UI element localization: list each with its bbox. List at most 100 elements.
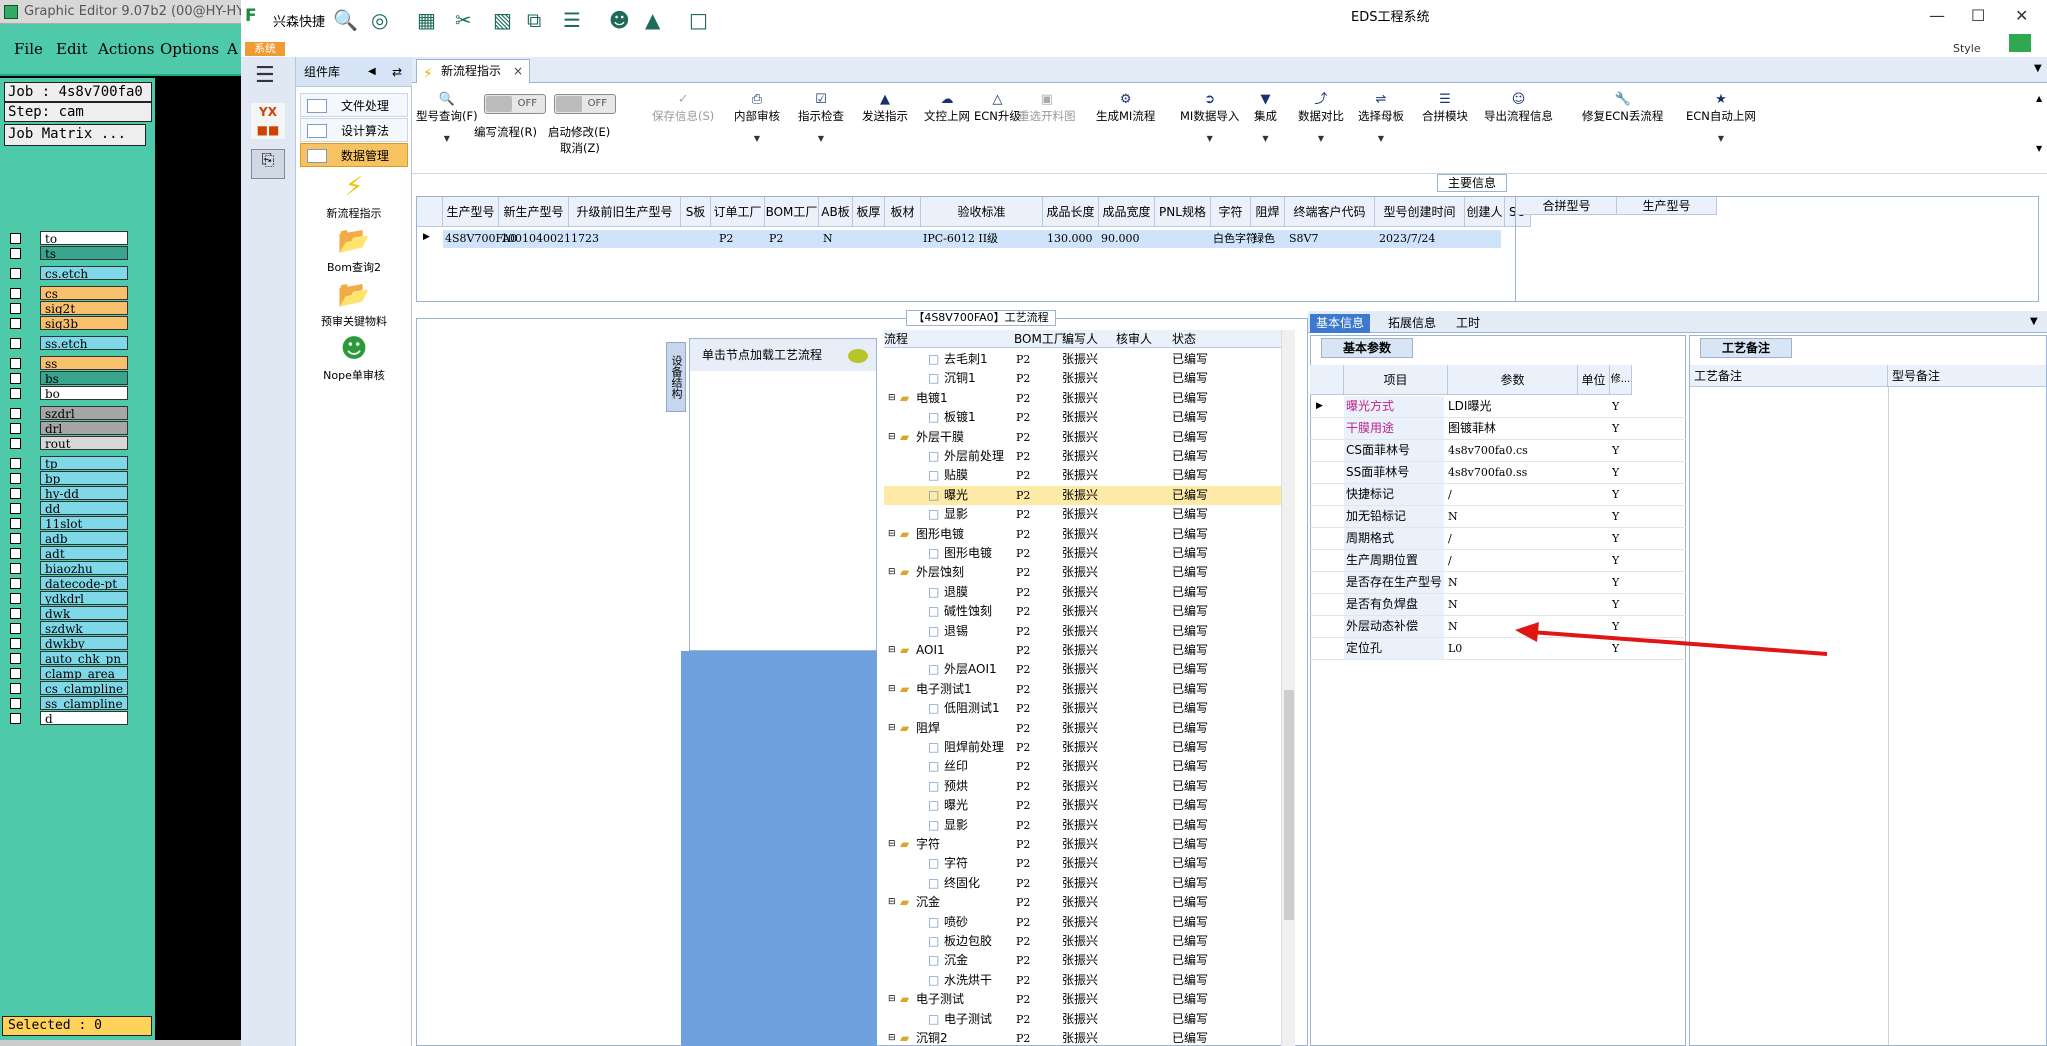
- layer-checkbox[interactable]: [10, 623, 21, 634]
- param-value[interactable]: N: [1448, 594, 1578, 615]
- param-value[interactable]: 4s8v700fa0.ss: [1448, 462, 1578, 483]
- layer-checkbox[interactable]: [10, 503, 21, 514]
- tree-row[interactable]: □ 图形电镀 P2 张振兴 已编写: [884, 544, 1284, 563]
- merge-col-header[interactable]: 生产型号: [1617, 197, 1717, 215]
- pin-icon[interactable]: ⇄: [392, 57, 402, 87]
- layer-row[interactable]: biaozhu: [4, 561, 128, 576]
- layer-name[interactable]: cs: [40, 286, 128, 300]
- param-col-item[interactable]: 项目: [1344, 365, 1448, 395]
- layer-checkbox[interactable]: [10, 713, 21, 724]
- param-row[interactable]: 快捷标记 / Y: [1310, 484, 1686, 506]
- col-header[interactable]: 生产型号: [443, 197, 499, 227]
- generate-mi-button[interactable]: ⚙ 生成MI流程: [1096, 92, 1155, 124]
- layer-checkbox[interactable]: [10, 373, 21, 384]
- fix-ecn-button[interactable]: 🔧 修复ECN丢流程: [1582, 92, 1663, 124]
- layer-name[interactable]: drl: [40, 421, 128, 435]
- layer-checkbox[interactable]: [10, 408, 21, 419]
- col-header[interactable]: 订单工厂: [711, 197, 765, 227]
- basic-params-tab[interactable]: 基本参数: [1321, 338, 1413, 358]
- tree-row[interactable]: □ 预烘 P2 张振兴 已编写: [884, 777, 1284, 796]
- tree-row[interactable]: □ 外层前处理 P2 张振兴 已编写: [884, 447, 1284, 466]
- dropdown-icon[interactable]: ▼: [1298, 134, 1344, 143]
- equipment-structure-tab[interactable]: 设备结构: [666, 342, 686, 412]
- layer-row[interactable]: d: [4, 711, 128, 726]
- layer-checkbox[interactable]: [10, 438, 21, 449]
- layer-row[interactable]: bo: [4, 386, 128, 401]
- merge-col-header[interactable]: 合拼型号: [1517, 197, 1617, 215]
- layer-checkbox[interactable]: [10, 698, 21, 709]
- layer-row[interactable]: bp: [4, 471, 128, 486]
- tree-row[interactable]: □ 沉金 P2 张振兴 已编写: [884, 951, 1284, 970]
- layer-checkbox[interactable]: [10, 608, 21, 619]
- tree-row[interactable]: ⊟ ▰ 图形电镀 P2 张振兴 已编写: [884, 525, 1284, 544]
- layer-name[interactable]: ss.etch: [40, 336, 128, 350]
- layer-row[interactable]: ss.etch: [4, 336, 128, 351]
- export-flow-button[interactable]: ☺ 导出流程信息: [1484, 92, 1553, 124]
- param-value[interactable]: /: [1448, 484, 1578, 505]
- col-header[interactable]: 验收标准: [921, 197, 1043, 227]
- grid-icon[interactable]: ▦: [417, 8, 436, 32]
- dropdown-icon[interactable]: ▼: [798, 134, 844, 143]
- menu-options[interactable]: Options: [160, 40, 219, 58]
- check-instruction-button[interactable]: ☑ 指示检查 ▼: [798, 92, 844, 143]
- param-row[interactable]: 加无铅标记 N Y: [1310, 506, 1686, 528]
- layer-name[interactable]: szdrl: [40, 406, 128, 420]
- layer-name[interactable]: ss_clampline: [40, 696, 128, 710]
- layer-checkbox[interactable]: [10, 548, 21, 559]
- layer-checkbox[interactable]: [10, 458, 21, 469]
- menu-file[interactable]: File: [14, 40, 43, 58]
- tree-row[interactable]: □ 显影 P2 张振兴 已编写: [884, 505, 1284, 524]
- tree-row[interactable]: □ 贴膜 P2 张振兴 已编写: [884, 466, 1284, 485]
- col-header[interactable]: 阻焊: [1251, 197, 1285, 227]
- tab-basic-info[interactable]: 基本信息: [1310, 314, 1371, 333]
- tree-row[interactable]: □ 电子测试 P2 张振兴 已编写: [884, 1010, 1284, 1029]
- collapse-icon[interactable]: ⊟: [888, 835, 896, 854]
- collapse-icon[interactable]: ⊟: [888, 389, 896, 408]
- tree-row[interactable]: □ 丝印 P2 张振兴 已编写: [884, 757, 1284, 776]
- layer-name[interactable]: dwk: [40, 606, 128, 620]
- close-button[interactable]: ✕: [2015, 6, 2028, 25]
- layer-checkbox[interactable]: [10, 533, 21, 544]
- collapse-icon[interactable]: ⊟: [888, 563, 896, 582]
- layer-row[interactable]: hy-dd: [4, 486, 128, 501]
- layer-name[interactable]: cs.etch: [40, 266, 128, 280]
- layer-checkbox[interactable]: [10, 593, 21, 604]
- tree-row[interactable]: □ 碱性蚀刻 P2 张振兴 已编写: [884, 602, 1284, 621]
- param-row[interactable]: 周期格式 / Y: [1310, 528, 1686, 550]
- layer-checkbox[interactable]: [10, 488, 21, 499]
- detail-dropdown-icon[interactable]: ▼: [2030, 316, 2038, 327]
- system-tab[interactable]: 系统: [245, 42, 285, 56]
- layer-checkbox[interactable]: [10, 358, 21, 369]
- layer-name[interactable]: bp: [40, 471, 128, 485]
- collapse-icon[interactable]: ⊟: [888, 428, 896, 447]
- tree-row[interactable]: □ 退锡 P2 张振兴 已编写: [884, 622, 1284, 641]
- layer-checkbox[interactable]: [10, 248, 21, 259]
- layer-checkbox[interactable]: [10, 518, 21, 529]
- merge-module-button[interactable]: ☰ 合拼模块: [1422, 92, 1468, 124]
- col-header[interactable]: 板厚: [853, 197, 885, 227]
- collapse-icon[interactable]: ⊟: [888, 893, 896, 912]
- layer-name[interactable]: bo: [40, 386, 128, 400]
- layer-row[interactable]: to: [4, 231, 128, 246]
- collapse-icon[interactable]: ⊟: [888, 641, 896, 660]
- layer-name[interactable]: d: [40, 711, 128, 725]
- ecn-upgrade-button[interactable]: △ ECN升级: [974, 92, 1021, 124]
- collapse-icon[interactable]: ⊟: [888, 990, 896, 1009]
- layer-row[interactable]: dwk: [4, 606, 128, 621]
- tree-row[interactable]: □ 喷砂 P2 张振兴 已编写: [884, 913, 1284, 932]
- col-header[interactable]: AB板: [819, 197, 853, 227]
- yxa-logo-icon[interactable]: YX ■■: [251, 103, 285, 139]
- tree-row[interactable]: □ 板镀1 P2 张振兴 已编写: [884, 408, 1284, 427]
- layer-name[interactable]: clamp_area: [40, 666, 128, 680]
- tab-extend-info[interactable]: 拓展信息: [1382, 314, 1442, 333]
- param-row[interactable]: ▶ 曝光方式 LDI曝光 Y: [1310, 396, 1686, 418]
- tree-scrollbar[interactable]: [1281, 330, 1295, 1046]
- tree-row[interactable]: □ 退膜 P2 张振兴 已编写: [884, 583, 1284, 602]
- layer-name[interactable]: adt: [40, 546, 128, 560]
- layer-name[interactable]: tp: [40, 456, 128, 470]
- tree-row[interactable]: ⊟ ▰ 沉金 P2 张振兴 已编写: [884, 893, 1284, 912]
- layer-name[interactable]: ydkdrl: [40, 591, 128, 605]
- layer-name[interactable]: to: [40, 231, 128, 245]
- layer-name[interactable]: adb: [40, 531, 128, 545]
- param-value[interactable]: N: [1448, 572, 1578, 593]
